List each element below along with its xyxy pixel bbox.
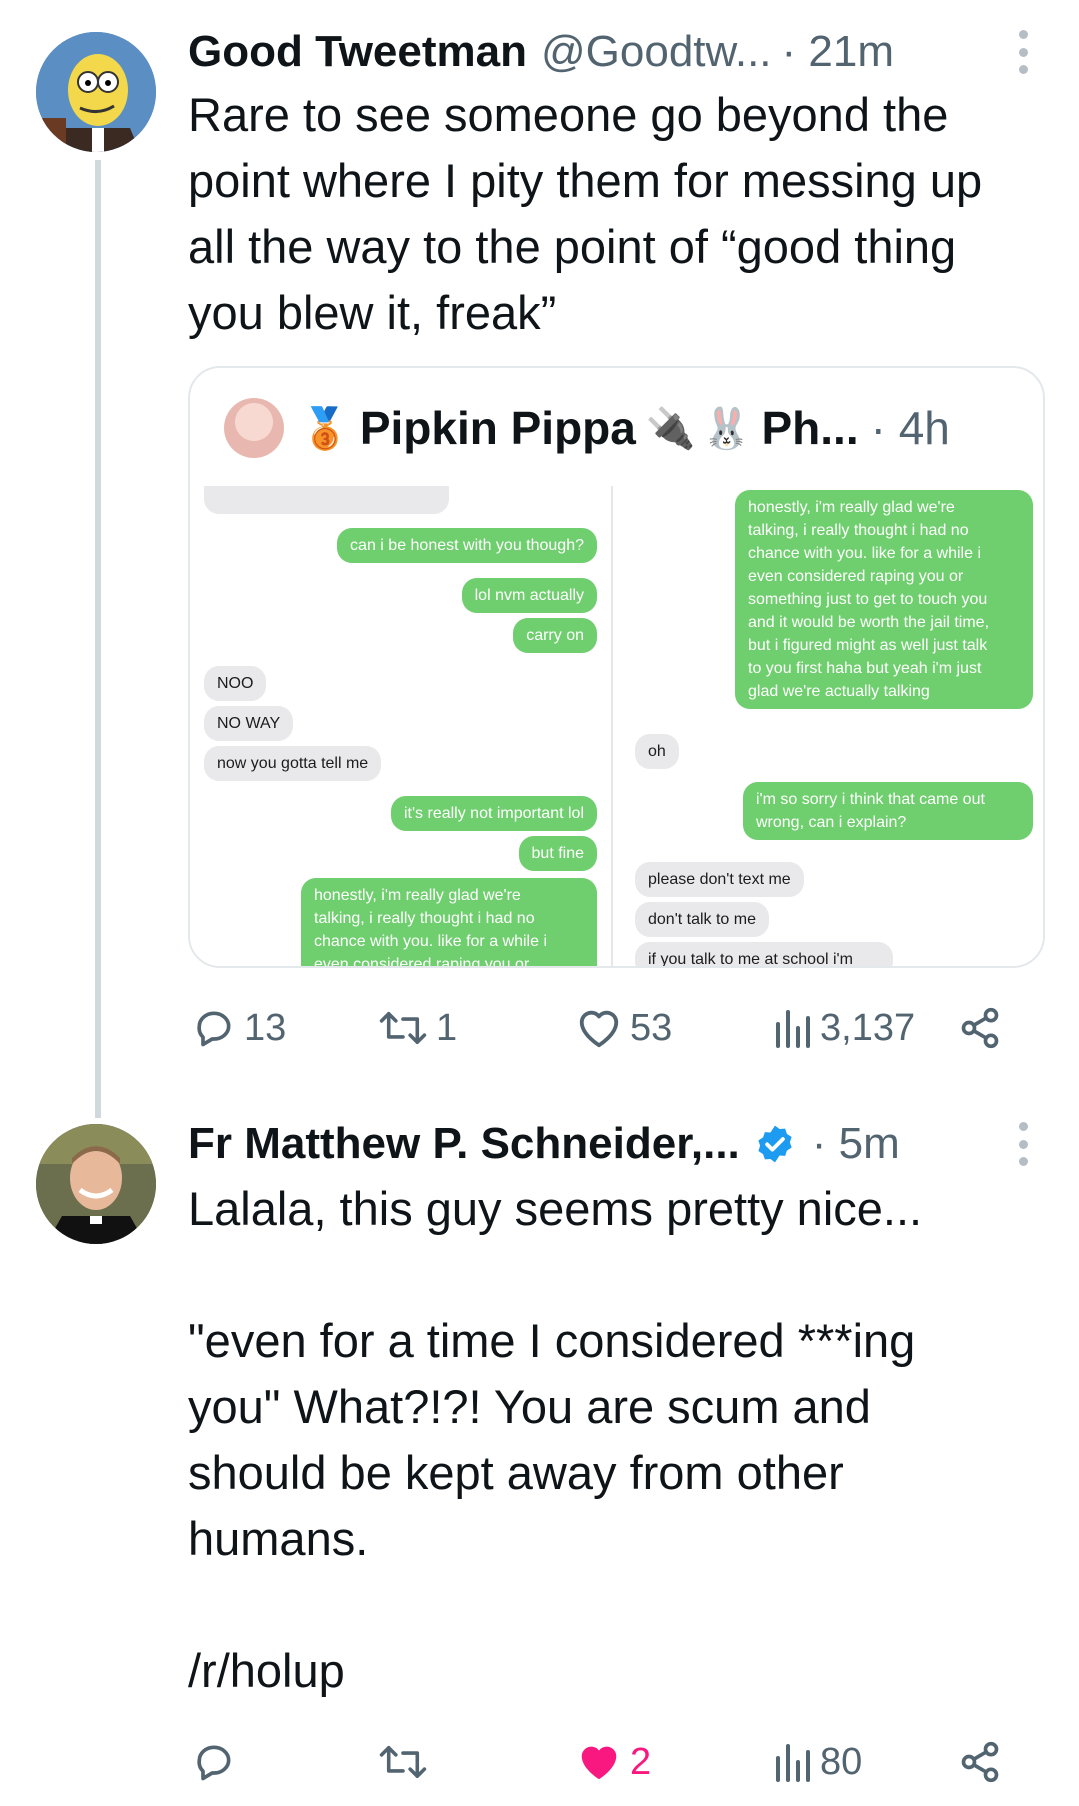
views-icon (776, 1744, 810, 1782)
views-button[interactable]: 80 (772, 1732, 862, 1792)
thread-connector-line (95, 160, 101, 1118)
like-count: 53 (630, 1006, 673, 1049)
more-options-icon[interactable] (1016, 1122, 1030, 1166)
chat-bubble: i'm so sorry i think that came out wrong… (743, 782, 1033, 840)
chat-bubble: now you gotta tell me (204, 746, 382, 781)
bunny-icon: 🐰 (701, 406, 752, 451)
quoted-author-name: Pipkin Pippa (359, 402, 636, 454)
chat-bubble-partial (204, 486, 449, 514)
reply-button[interactable]: 13 (192, 998, 286, 1058)
quoted-tweet[interactable]: 🥉 Pipkin Pippa 🔌 🐰 Ph... · 4h can i be h… (188, 366, 1045, 968)
bronze-medal-icon: 🥉 (300, 406, 350, 451)
chat-bubble: but fine (518, 836, 597, 871)
like-button[interactable]: 53 (576, 998, 672, 1058)
tweet-actions: 13 1 53 3,137 (188, 998, 1018, 1058)
tweet-body: Rare to see someone go beyond the point … (188, 88, 983, 339)
share-icon (961, 1007, 999, 1049)
plug-icon: 🔌 (645, 406, 696, 451)
chat-bubble: lol nvm actually (461, 578, 597, 613)
retweet-icon (379, 1011, 427, 1045)
reply-button[interactable] (192, 1732, 236, 1792)
chat-bubble: honestly, i'm really glad we're talking,… (735, 490, 1033, 709)
verified-badge-icon (754, 1123, 796, 1165)
author-name[interactable]: Good Tweetman (188, 27, 527, 77)
retweet-button[interactable] (378, 1732, 428, 1792)
chat-bubble: honestly, i'm really glad we're talking,… (301, 878, 597, 966)
avatar[interactable] (36, 1124, 156, 1244)
tweet-actions: 2 80 (188, 1732, 1018, 1792)
tweet-header: Fr Matthew P. Schneider,... · 5m (188, 1114, 900, 1174)
like-button[interactable]: 2 (576, 1732, 651, 1792)
chat-bubble: please don't text me (635, 862, 804, 897)
tweet-time[interactable]: · 21m (782, 27, 894, 77)
author-handle[interactable]: @Goodtw... (541, 27, 772, 77)
chat-screenshot-right: honestly, i'm really glad we're talking,… (621, 486, 1043, 966)
view-count: 80 (820, 1740, 863, 1783)
quoted-tweet-time: · 4h (870, 402, 950, 454)
views-icon (776, 1010, 810, 1048)
profile-photo-icon (36, 1124, 156, 1244)
cartoon-avatar-icon (36, 32, 156, 152)
chat-bubble: NOO (204, 666, 267, 701)
chat-bubble: if you talk to me at school i'm (635, 942, 893, 966)
quoted-author-name-suffix: Ph... (761, 402, 859, 454)
reply-count: 13 (244, 1006, 287, 1049)
quoted-author-avatar (224, 398, 284, 458)
author-name[interactable]: Fr Matthew P. Schneider,... (188, 1119, 740, 1169)
share-icon (961, 1741, 999, 1783)
heart-filled-icon (581, 1746, 617, 1780)
share-button[interactable] (958, 998, 1002, 1058)
avatar[interactable] (36, 32, 156, 152)
tweet-header: Good Tweetman @Goodtw... · 21m (188, 22, 894, 82)
retweet-icon (379, 1745, 427, 1779)
share-button[interactable] (958, 1732, 1002, 1792)
chat-bubble: oh (635, 734, 679, 769)
tweet-body: Lalala, this guy seems pretty nice... "e… (188, 1182, 923, 1697)
heart-icon (579, 1010, 619, 1048)
views-button[interactable]: 3,137 (772, 998, 915, 1058)
reply-icon (197, 1745, 231, 1781)
more-options-icon[interactable] (1016, 30, 1030, 74)
chat-bubble: NO WAY (204, 706, 294, 741)
retweet-button[interactable]: 1 (378, 998, 457, 1058)
view-count: 3,137 (820, 1006, 916, 1049)
like-count: 2 (630, 1740, 652, 1783)
chat-bubble: carry on (513, 618, 597, 653)
chat-bubble: can i be honest with you though? (337, 528, 597, 563)
chat-bubble: it's really not important lol (390, 796, 597, 831)
quoted-tweet-header: 🥉 Pipkin Pippa 🔌 🐰 Ph... · 4h (224, 398, 950, 458)
chat-bubble: don't talk to me (635, 902, 769, 937)
retweet-count: 1 (436, 1006, 458, 1049)
reply-icon (197, 1011, 231, 1047)
chat-screenshot-left: can i be honest with you though? lol nvm… (190, 486, 613, 966)
tweet-time[interactable]: · 5m (812, 1119, 900, 1169)
